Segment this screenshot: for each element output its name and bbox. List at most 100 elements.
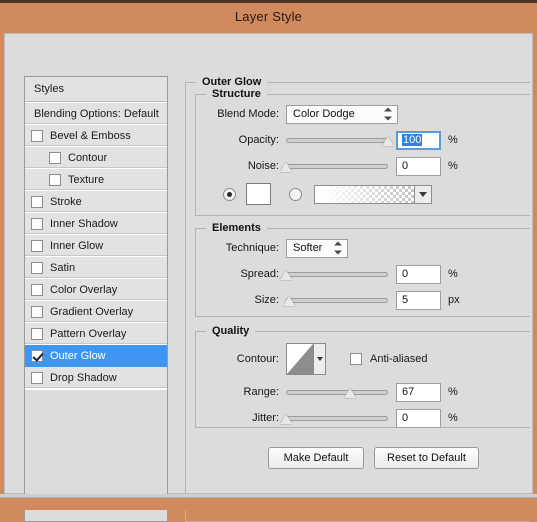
checkbox-contour[interactable] xyxy=(49,151,61,164)
noise-row: Noise: 0 % xyxy=(195,156,458,176)
opacity-input[interactable]: 100 xyxy=(396,130,441,150)
range-slider-handle[interactable] xyxy=(344,388,357,398)
sidebar-item-stroke[interactable]: Stroke xyxy=(25,191,167,213)
sidebar-item-bevel-emboss[interactable]: Bevel & Emboss xyxy=(25,125,167,147)
checkbox-drop-shadow[interactable] xyxy=(31,371,43,384)
jitter-unit: % xyxy=(448,412,458,424)
dialog-titlebar[interactable]: Layer Style xyxy=(0,0,537,33)
sidebar-item-pattern-overlay[interactable]: Pattern Overlay xyxy=(25,323,167,345)
technique-value: Softer xyxy=(293,242,323,254)
jitter-slider[interactable] xyxy=(280,410,388,426)
noise-input[interactable]: 0 xyxy=(396,156,441,176)
range-row: Range: 67 % xyxy=(195,382,458,402)
sidebar-item-label: Inner Shadow xyxy=(50,217,118,230)
sidebar-item-label: Bevel & Emboss xyxy=(50,129,131,142)
opacity-value: 100 xyxy=(402,133,423,146)
blend-mode-select[interactable]: Color Dodge xyxy=(286,104,398,124)
sidebar-item-blending-options[interactable]: Blending Options: Default xyxy=(25,103,167,125)
sidebar-item-drop-shadow[interactable]: Drop Shadow xyxy=(25,367,167,389)
chevron-updown-icon[interactable] xyxy=(334,241,342,255)
sidebar-item-label: Stroke xyxy=(50,195,82,208)
chevron-updown-icon[interactable] xyxy=(384,107,392,121)
spread-slider[interactable] xyxy=(280,266,388,282)
spread-row: Spread: 0 % xyxy=(195,264,458,284)
size-slider-handle[interactable] xyxy=(283,296,296,306)
chevron-down-icon[interactable] xyxy=(414,185,431,203)
contour-preview-icon xyxy=(287,344,313,374)
noise-slider-track xyxy=(286,163,388,169)
sidebar-item-label: Outer Glow xyxy=(50,349,106,362)
jitter-input[interactable]: 0 xyxy=(396,408,441,428)
opacity-slider-track xyxy=(286,137,388,143)
checkbox-inner-shadow[interactable] xyxy=(31,217,43,230)
contour-label: Contour: xyxy=(236,353,279,365)
styles-list-header: Styles xyxy=(25,77,167,103)
sidebar-item-label: Contour xyxy=(68,151,108,164)
spread-slider-handle[interactable] xyxy=(280,270,292,280)
anti-aliased-label: Anti-aliased xyxy=(370,353,428,365)
sidebar-item-outer-glow[interactable]: Outer Glow xyxy=(25,345,167,367)
technique-select[interactable]: Softer xyxy=(286,238,348,258)
contour-row: Contour: Anti-aliased xyxy=(195,342,427,376)
sidebar-item-label: Gradient Overlay xyxy=(50,305,134,318)
checkbox-inner-glow[interactable] xyxy=(31,239,43,252)
sidebar-item-inner-glow[interactable]: Inner Glow xyxy=(25,235,167,257)
radio-color-fill[interactable] xyxy=(223,187,236,201)
range-slider[interactable] xyxy=(286,384,388,400)
sidebar-item-gradient-overlay[interactable]: Gradient Overlay xyxy=(25,301,167,323)
noise-unit: % xyxy=(448,160,458,172)
window-bottom-strip xyxy=(0,497,537,510)
checkbox-stroke[interactable] xyxy=(31,195,43,208)
opacity-row: Opacity: 100 % xyxy=(195,130,458,150)
dialog-title: Layer Style xyxy=(234,9,303,24)
sidebar-item-label: Drop Shadow xyxy=(50,371,117,384)
gradient-picker[interactable] xyxy=(314,184,432,204)
size-slider-track xyxy=(286,297,388,303)
size-slider[interactable] xyxy=(283,292,388,308)
jitter-slider-track xyxy=(286,415,388,421)
make-default-button[interactable]: Make Default xyxy=(268,447,364,469)
gradient-preview xyxy=(315,185,414,203)
checkbox-satin[interactable] xyxy=(31,261,43,274)
reset-to-default-button[interactable]: Reset to Default xyxy=(374,447,479,469)
noise-slider[interactable] xyxy=(280,158,388,174)
opacity-slider[interactable] xyxy=(286,132,394,148)
checkbox-gradient-overlay[interactable] xyxy=(31,305,43,318)
size-input[interactable]: 5 xyxy=(396,290,441,310)
structure-group-title: Structure xyxy=(212,88,261,100)
opacity-slider-handle[interactable] xyxy=(382,136,394,146)
checkbox-outer-glow[interactable] xyxy=(31,349,43,362)
sidebar-item-inner-shadow[interactable]: Inner Shadow xyxy=(25,213,167,235)
quality-group-title: Quality xyxy=(212,325,250,337)
sidebar-item-label: Pattern Overlay xyxy=(50,327,127,340)
blend-mode-row: Blend Mode: Color Dodge xyxy=(195,104,398,124)
jitter-slider-handle[interactable] xyxy=(280,414,292,424)
sidebar-item-texture[interactable]: Texture xyxy=(25,169,167,191)
size-row: Size: 5 px xyxy=(195,290,460,310)
sidebar-item-satin[interactable]: Satin xyxy=(25,257,167,279)
layer-style-dialog: Layer Style Styles Blending Options: Def… xyxy=(0,0,537,522)
size-unit: px xyxy=(448,294,460,306)
range-input[interactable]: 67 xyxy=(396,382,441,402)
checkbox-bevel-emboss[interactable] xyxy=(31,129,43,142)
outer-glow-group-title: Outer Glow xyxy=(202,76,262,88)
fill-type-row xyxy=(223,182,432,206)
checkbox-pattern-overlay[interactable] xyxy=(31,327,43,340)
titlebar-top-edge xyxy=(0,0,537,3)
sidebar-item-color-overlay[interactable]: Color Overlay xyxy=(25,279,167,301)
styles-list[interactable]: Styles Blending Options: Default Bevel &… xyxy=(24,76,168,522)
checkbox-color-overlay[interactable] xyxy=(31,283,43,296)
sidebar-item-contour[interactable]: Contour xyxy=(25,147,167,169)
noise-slider-handle[interactable] xyxy=(280,162,292,172)
spread-label: Spread: xyxy=(240,268,279,280)
spread-slider-track xyxy=(286,271,388,277)
glow-color-swatch[interactable] xyxy=(246,183,271,205)
radio-gradient-fill[interactable] xyxy=(289,187,302,201)
jitter-row: Jitter: 0 % xyxy=(195,408,458,428)
sidebar-item-label: Blending Options: Default xyxy=(34,107,159,120)
checkbox-anti-aliased[interactable] xyxy=(350,353,362,365)
checkbox-texture[interactable] xyxy=(49,173,61,186)
chevron-down-icon[interactable] xyxy=(313,344,325,374)
contour-picker[interactable] xyxy=(286,343,326,375)
spread-input[interactable]: 0 xyxy=(396,264,441,284)
